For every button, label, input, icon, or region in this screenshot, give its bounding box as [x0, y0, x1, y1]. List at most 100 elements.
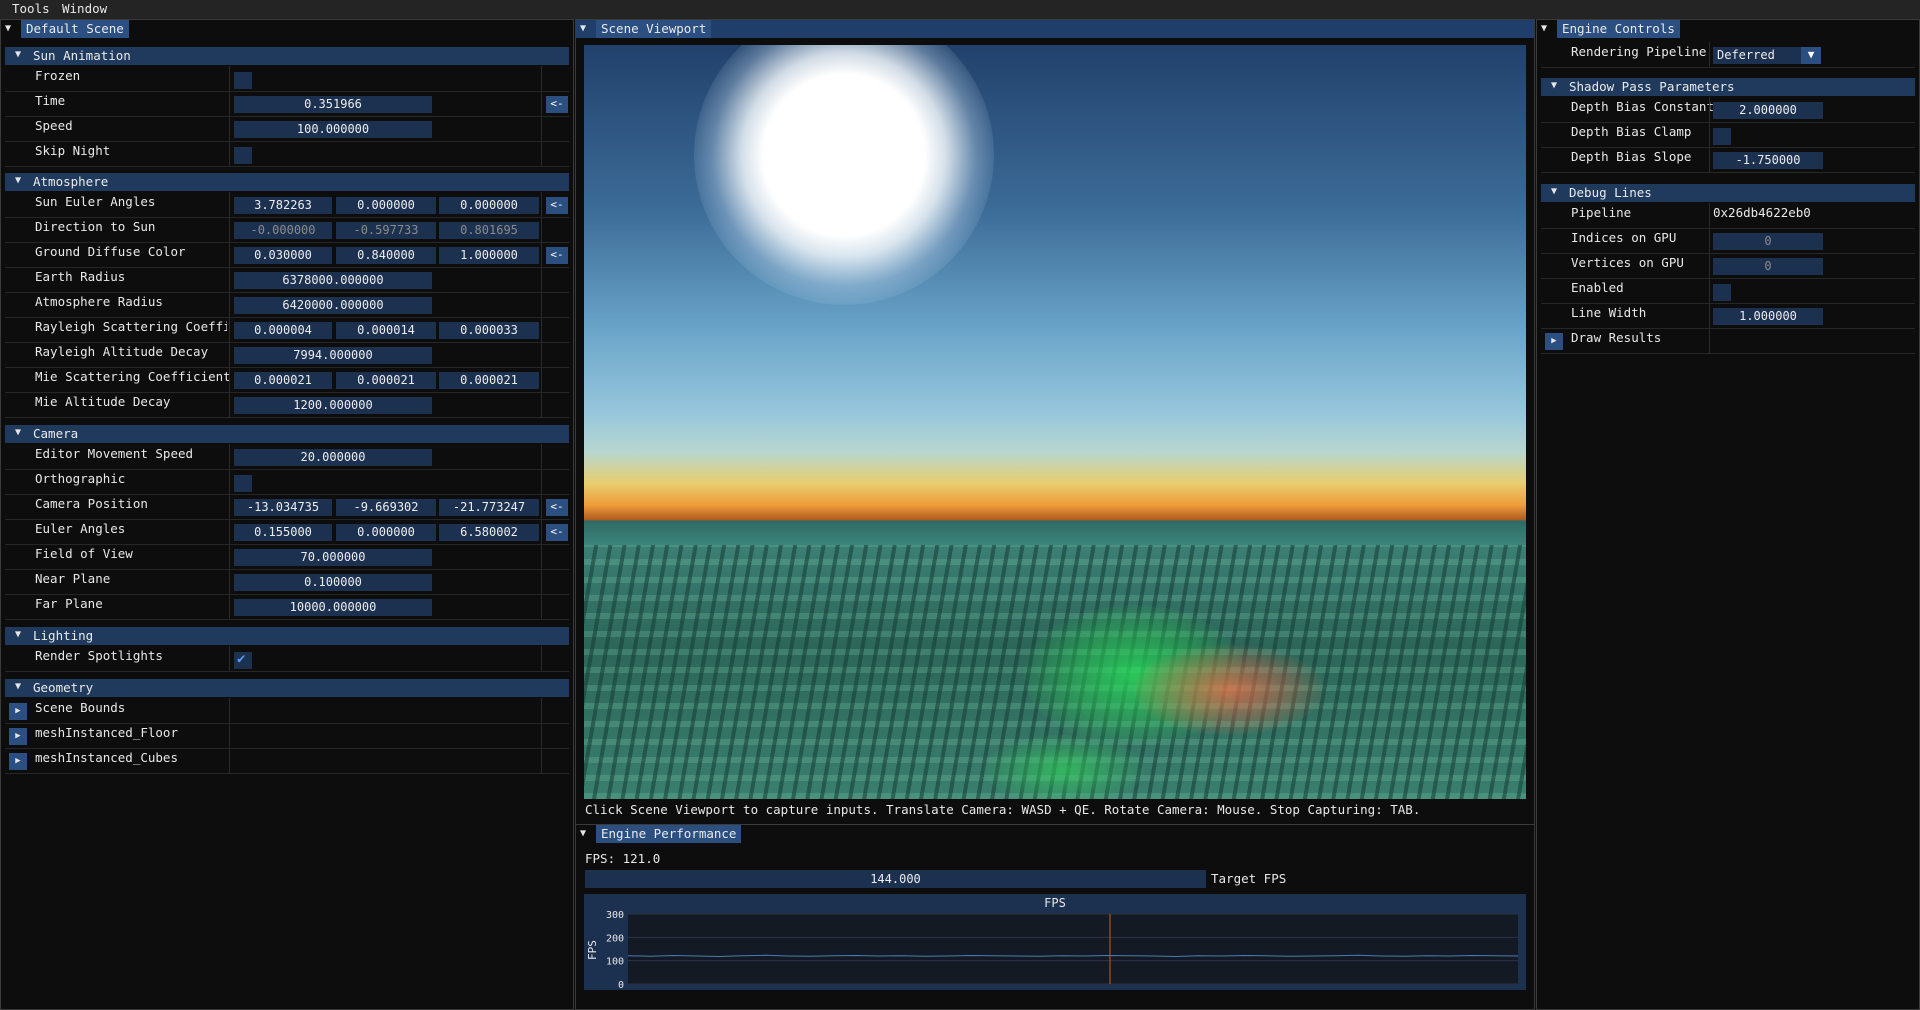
line-width-input[interactable]: 1.000000	[1713, 308, 1823, 325]
row-depth-bias-slope: Depth Bias Slope -1.750000	[1541, 147, 1915, 173]
section-sun-animation[interactable]: ▼ Sun Animation	[5, 47, 569, 65]
rendering-pipeline-select[interactable]: Deferred	[1713, 47, 1801, 64]
euler-y[interactable]: 0.000000	[336, 524, 436, 541]
label: Near Plane	[35, 571, 111, 586]
fps-plot: FPS FPS 300 200 100 0	[584, 894, 1526, 991]
row-mesh-floor[interactable]: ▶ meshInstanced_Floor	[5, 723, 569, 749]
row-rayleigh-scattering: Rayleigh Scattering Coeffici 0.000004 0.…	[5, 317, 569, 343]
rayleigh-y[interactable]: 0.000014	[336, 322, 436, 339]
collapse-icon[interactable]: ▼	[5, 23, 11, 34]
rayleigh-decay-input[interactable]: 7994.000000	[234, 347, 432, 364]
rayleigh-z[interactable]: 0.000033	[439, 322, 539, 339]
reset-button[interactable]: <-	[546, 197, 568, 214]
tab-scene-viewport[interactable]: Scene Viewport	[596, 20, 712, 38]
sun	[694, 45, 994, 305]
mie-x[interactable]: 0.000021	[234, 372, 332, 389]
sun-euler-y[interactable]: 0.000000	[336, 197, 436, 214]
section-lighting[interactable]: ▼ Lighting	[5, 627, 569, 645]
target-fps-input[interactable]: 144.000	[585, 870, 1206, 888]
row-orthographic: Orthographic	[5, 469, 569, 495]
section-title: Lighting	[33, 628, 94, 643]
label: Field of View	[35, 546, 133, 561]
near-plane-input[interactable]: 0.100000	[234, 574, 432, 591]
sun-euler-z[interactable]: 0.000000	[439, 197, 539, 214]
checkmark-icon: ✔	[237, 651, 246, 667]
expand-icon[interactable]: ▶	[1545, 333, 1563, 350]
section-shadow-pass[interactable]: ▼ Shadow Pass Parameters	[1541, 78, 1915, 96]
reset-button[interactable]: <-	[546, 247, 568, 264]
row-draw-results[interactable]: ▶ Draw Results	[1541, 328, 1915, 354]
collapse-icon[interactable]: ▼	[580, 828, 586, 839]
tab-engine-performance[interactable]: Engine Performance	[596, 825, 742, 843]
row-rayleigh-decay: Rayleigh Altitude Decay 7994.000000	[5, 342, 569, 368]
section-title: Atmosphere	[33, 174, 109, 189]
section-atmosphere[interactable]: ▼ Atmosphere	[5, 173, 569, 191]
section-geometry[interactable]: ▼ Geometry	[5, 679, 569, 697]
mie-z[interactable]: 0.000021	[439, 372, 539, 389]
section-title: Geometry	[33, 680, 94, 695]
camera-pos-x[interactable]: -13.034735	[234, 499, 332, 516]
row-ground-diffuse: Ground Diffuse Color 0.030000 0.840000 1…	[5, 242, 569, 268]
row-enabled: Enabled	[1541, 278, 1915, 304]
label: Rayleigh Scattering Coeffici	[35, 319, 227, 334]
row-frozen: Frozen	[5, 66, 569, 92]
editor-speed-input[interactable]: 20.000000	[234, 449, 432, 466]
ground-color-r[interactable]: 0.030000	[234, 247, 332, 264]
default-scene-window: ▼ Default Scene ▼ Sun Animation Frozen T…	[0, 19, 574, 1010]
skip-night-checkbox[interactable]	[234, 147, 252, 164]
euler-x[interactable]: 0.155000	[234, 524, 332, 541]
fov-input[interactable]: 70.000000	[234, 549, 432, 566]
camera-pos-y[interactable]: -9.669302	[336, 499, 436, 516]
mie-y[interactable]: 0.000021	[336, 372, 436, 389]
row-mesh-cubes[interactable]: ▶ meshInstanced_Cubes	[5, 748, 569, 774]
orthographic-checkbox[interactable]	[234, 475, 252, 492]
label: Sun Euler Angles	[35, 194, 156, 209]
menu-window[interactable]: Window	[62, 1, 107, 16]
camera-pos-z[interactable]: -21.773247	[439, 499, 539, 516]
enabled-checkbox[interactable]	[1713, 284, 1731, 301]
sun-euler-x[interactable]: 3.782263	[234, 197, 332, 214]
tab-engine-controls[interactable]: Engine Controls	[1557, 20, 1680, 38]
render-spotlights-checkbox[interactable]: ✔	[234, 651, 252, 669]
expand-icon[interactable]: ▶	[9, 753, 27, 770]
label: Depth Bias Slope	[1571, 149, 1692, 164]
label: Speed	[35, 118, 73, 133]
tab-default-scene[interactable]: Default Scene	[21, 20, 129, 38]
reset-button[interactable]: <-	[546, 524, 568, 541]
scene-viewport[interactable]	[584, 45, 1526, 799]
label: Frozen	[35, 68, 81, 83]
collapse-icon[interactable]: ▼	[1541, 23, 1547, 34]
ground-color-b[interactable]: 1.000000	[439, 247, 539, 264]
depth-bias-slope-input[interactable]: -1.750000	[1713, 152, 1823, 169]
euler-z[interactable]: 6.580002	[439, 524, 539, 541]
speed-input[interactable]: 100.000000	[234, 121, 432, 138]
far-plane-input[interactable]: 10000.000000	[234, 599, 432, 616]
expand-arrow-icon: ▼	[15, 681, 22, 692]
engine-controls-window: ▼ Engine Controls Rendering Pipeline Def…	[1536, 19, 1920, 1010]
expand-icon[interactable]: ▶	[9, 703, 27, 720]
plot-title: FPS	[1044, 896, 1066, 910]
time-input[interactable]: 0.351966	[234, 96, 432, 113]
label: Depth Bias Constant	[1571, 99, 1714, 114]
depth-bias-constant-input[interactable]: 2.000000	[1713, 102, 1823, 119]
label: Atmosphere Radius	[35, 294, 163, 309]
atmosphere-radius-input[interactable]: 6420000.000000	[234, 297, 432, 314]
collapse-icon[interactable]: ▼	[580, 23, 586, 34]
mie-decay-input[interactable]: 1200.000000	[234, 397, 432, 414]
row-camera-position: Camera Position -13.034735 -9.669302 -21…	[5, 494, 569, 520]
rayleigh-x[interactable]: 0.000004	[234, 322, 332, 339]
reset-button[interactable]: <-	[546, 96, 568, 113]
section-camera[interactable]: ▼ Camera	[5, 425, 569, 443]
ground-color-g[interactable]: 0.840000	[336, 247, 436, 264]
dir-sun-z: 0.801695	[439, 222, 539, 239]
reset-button[interactable]: <-	[546, 499, 568, 516]
expand-icon[interactable]: ▶	[9, 728, 27, 745]
dropdown-arrow-icon[interactable]: ▼	[1801, 47, 1821, 64]
row-time: Time 0.351966 <-	[5, 91, 569, 117]
section-debug-lines[interactable]: ▼ Debug Lines	[1541, 184, 1915, 202]
row-scene-bounds[interactable]: ▶ Scene Bounds	[5, 698, 569, 724]
menu-tools[interactable]: Tools	[12, 1, 50, 16]
frozen-checkbox[interactable]	[234, 72, 252, 89]
earth-radius-input[interactable]: 6378000.000000	[234, 272, 432, 289]
depth-bias-clamp-checkbox[interactable]	[1713, 128, 1731, 145]
